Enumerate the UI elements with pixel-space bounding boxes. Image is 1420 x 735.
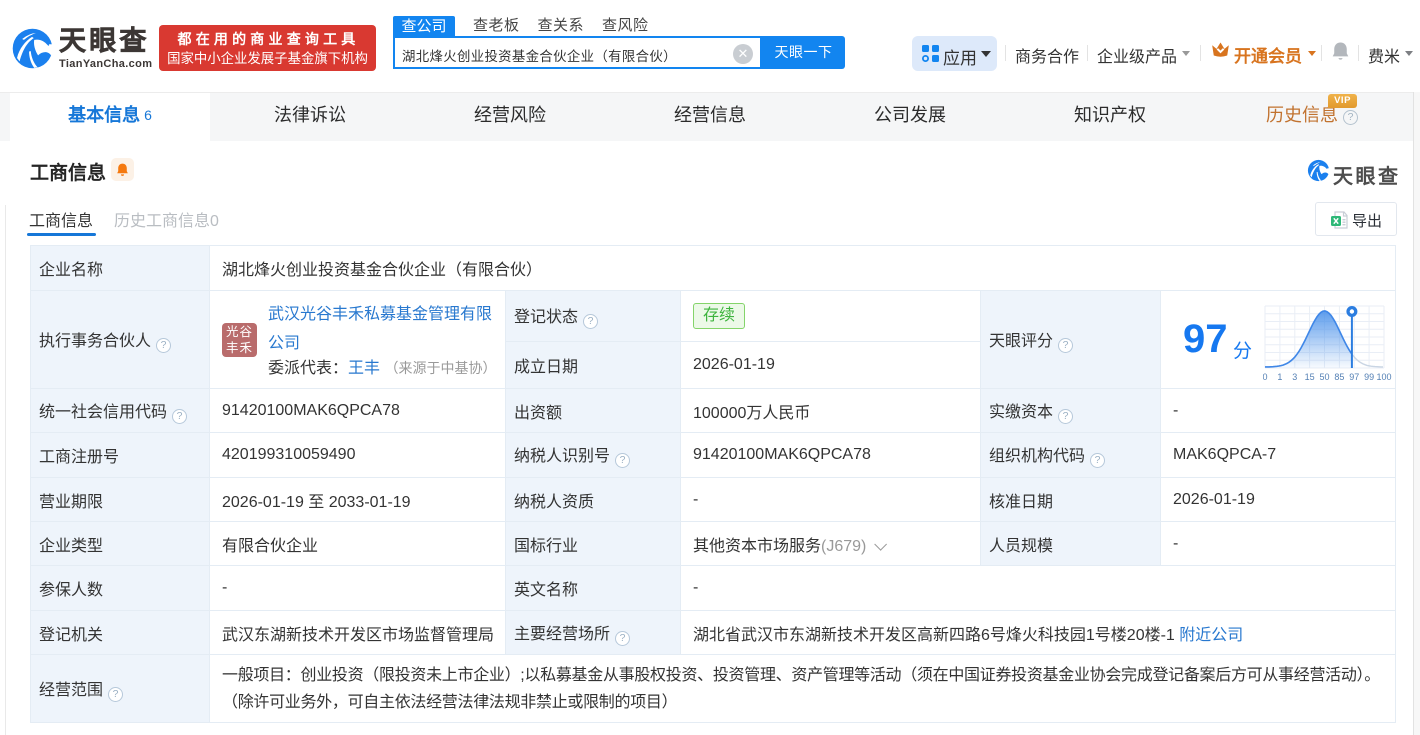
svg-text:50: 50 <box>1319 372 1329 382</box>
svg-text:85: 85 <box>1334 372 1344 382</box>
svg-text:1: 1 <box>1277 372 1282 382</box>
svg-text:100: 100 <box>1376 372 1391 382</box>
svg-text:3: 3 <box>1292 372 1297 382</box>
svg-text:97: 97 <box>1349 372 1359 382</box>
svg-text:15: 15 <box>1305 372 1315 382</box>
svg-text:99: 99 <box>1364 372 1374 382</box>
svg-text:0: 0 <box>1263 372 1268 382</box>
